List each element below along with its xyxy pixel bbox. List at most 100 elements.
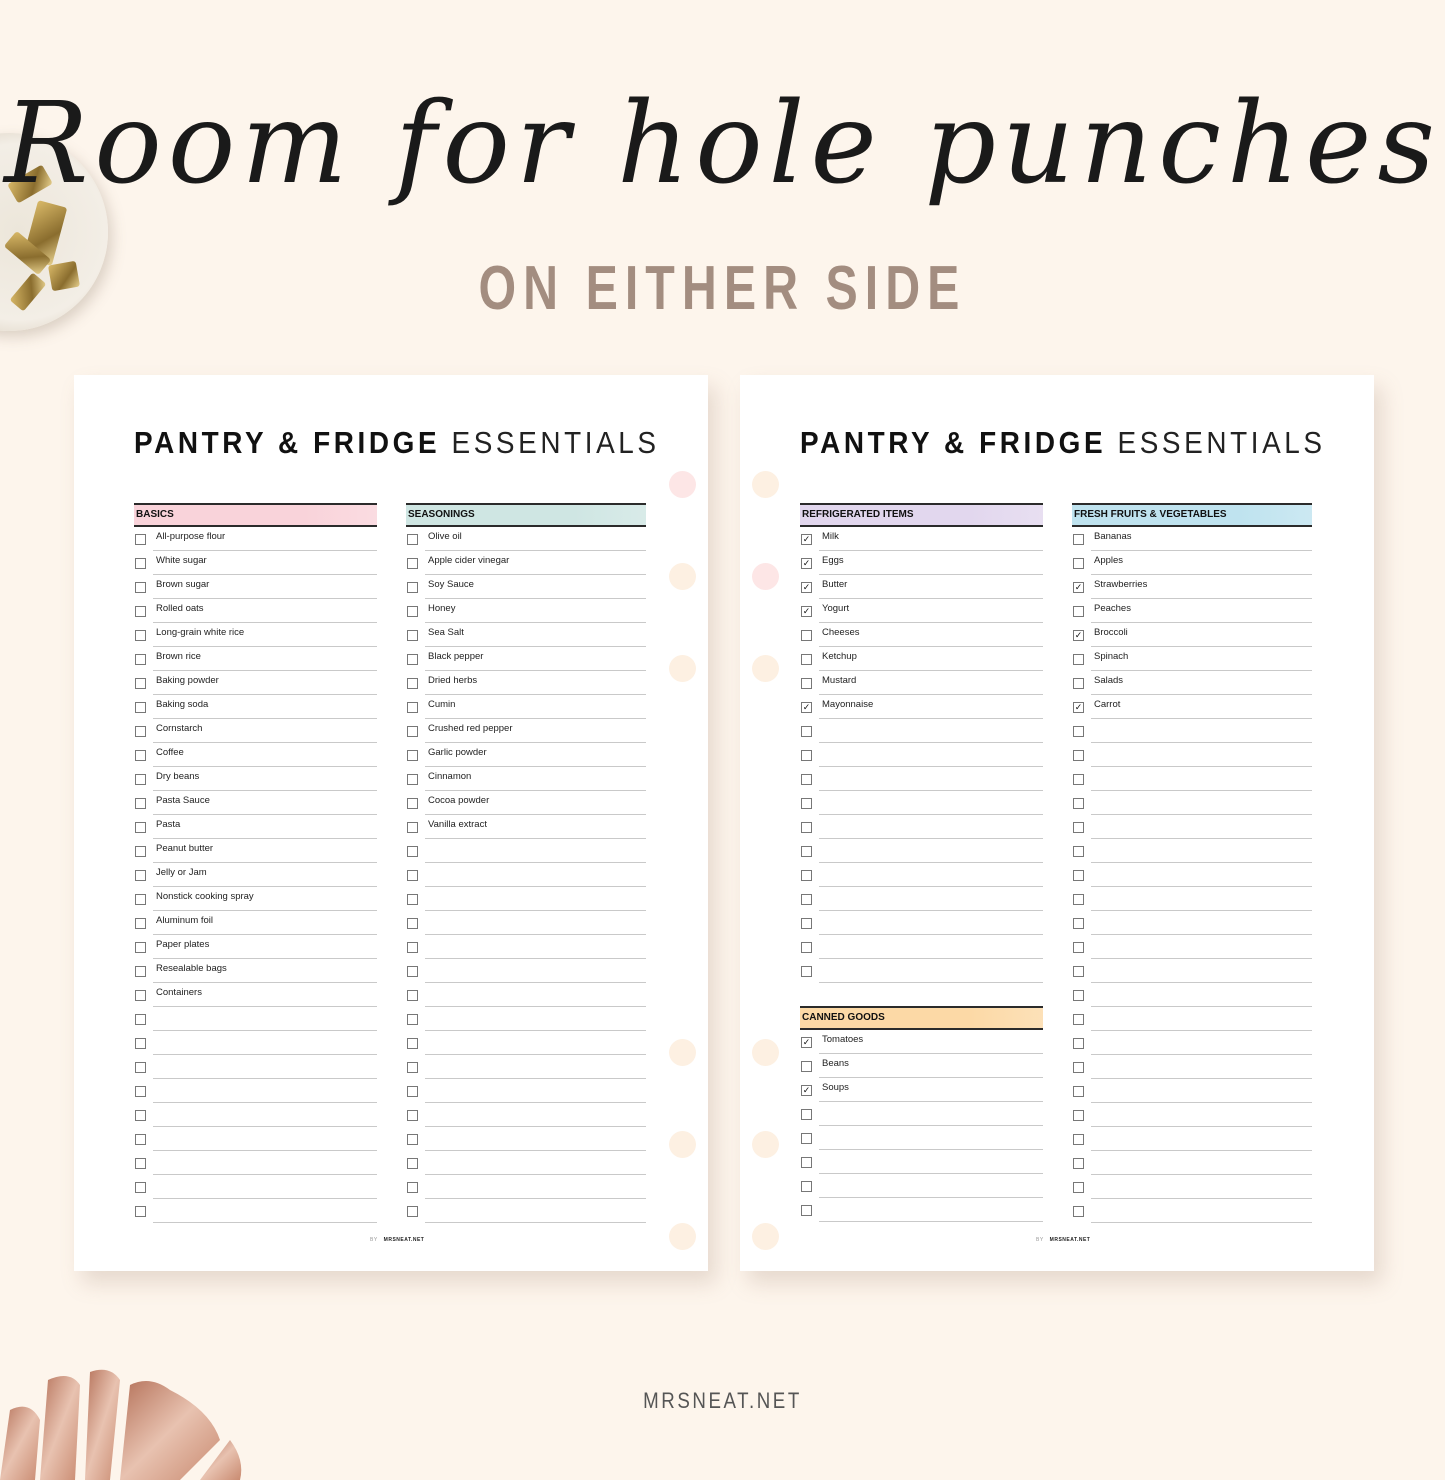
checklist-item-label[interactable]: Soy Sauce	[428, 579, 474, 590]
checkbox[interactable]	[801, 1157, 812, 1168]
checklist-item-label[interactable]: Crushed red pepper	[428, 723, 513, 734]
checkbox[interactable]	[1073, 558, 1084, 569]
checkbox[interactable]	[135, 1062, 146, 1073]
checklist-item-label[interactable]: Brown sugar	[156, 579, 209, 590]
checklist-item-label[interactable]: Dry beans	[156, 771, 199, 782]
checklist-item-label[interactable]: Eggs	[822, 555, 844, 566]
checklist-item-label[interactable]: Paper plates	[156, 939, 209, 950]
checkbox[interactable]	[1073, 1062, 1084, 1073]
checkbox[interactable]	[801, 918, 812, 929]
checklist-item-label[interactable]: Mustard	[822, 675, 856, 686]
checkbox[interactable]	[801, 678, 812, 689]
checklist-item-label[interactable]: Cocoa powder	[428, 795, 489, 806]
checklist-item-label[interactable]: Aluminum foil	[156, 915, 213, 926]
checkbox[interactable]	[407, 822, 418, 833]
checkbox[interactable]	[407, 990, 418, 1001]
checkbox[interactable]	[407, 1062, 418, 1073]
checkbox-checked[interactable]: ✓	[1073, 702, 1084, 713]
checkbox[interactable]	[135, 654, 146, 665]
checklist-item-label[interactable]: Baking powder	[156, 675, 219, 686]
checkbox[interactable]	[1073, 1158, 1084, 1169]
checkbox[interactable]	[801, 1133, 812, 1144]
checkbox[interactable]	[407, 798, 418, 809]
checkbox[interactable]	[1073, 966, 1084, 977]
checkbox[interactable]	[407, 846, 418, 857]
checkbox[interactable]	[135, 870, 146, 881]
checkbox[interactable]	[135, 534, 146, 545]
checkbox[interactable]	[407, 654, 418, 665]
checklist-item-label[interactable]: Mayonnaise	[822, 699, 873, 710]
checklist-item-label[interactable]: Peanut butter	[156, 843, 213, 854]
checkbox[interactable]	[135, 894, 146, 905]
checklist-item-label[interactable]: Yogurt	[822, 603, 849, 614]
checkbox[interactable]	[135, 1182, 146, 1193]
checklist-item-label[interactable]: Baking soda	[156, 699, 208, 710]
checkbox[interactable]	[407, 1086, 418, 1097]
checklist-item-label[interactable]: Ketchup	[822, 651, 857, 662]
checkbox-checked[interactable]: ✓	[801, 582, 812, 593]
checklist-item-label[interactable]: Apples	[1094, 555, 1123, 566]
checkbox[interactable]	[1073, 678, 1084, 689]
checklist-item-label[interactable]: Spinach	[1094, 651, 1128, 662]
checkbox[interactable]	[801, 798, 812, 809]
checkbox[interactable]	[801, 654, 812, 665]
checkbox[interactable]	[1073, 534, 1084, 545]
checkbox[interactable]	[407, 870, 418, 881]
checklist-item-label[interactable]: Containers	[156, 987, 202, 998]
checkbox[interactable]	[135, 630, 146, 641]
checkbox[interactable]	[135, 846, 146, 857]
checkbox[interactable]	[1073, 654, 1084, 665]
checklist-item-label[interactable]: Cornstarch	[156, 723, 202, 734]
checklist-item-label[interactable]: Salads	[1094, 675, 1123, 686]
checkbox[interactable]	[407, 966, 418, 977]
checkbox[interactable]	[1073, 846, 1084, 857]
checkbox[interactable]	[135, 1086, 146, 1097]
checkbox[interactable]	[1073, 870, 1084, 881]
checkbox[interactable]	[1073, 798, 1084, 809]
checkbox[interactable]	[801, 942, 812, 953]
checkbox[interactable]	[1073, 1110, 1084, 1121]
checklist-item-label[interactable]: Garlic powder	[428, 747, 487, 758]
checkbox[interactable]	[1073, 990, 1084, 1001]
checkbox[interactable]	[407, 750, 418, 761]
checkbox[interactable]	[135, 678, 146, 689]
checklist-item-label[interactable]: Peaches	[1094, 603, 1131, 614]
checklist-item-label[interactable]: Tomatoes	[822, 1034, 863, 1045]
checklist-item-label[interactable]: Sea Salt	[428, 627, 464, 638]
checkbox-checked[interactable]: ✓	[801, 606, 812, 617]
checklist-item-label[interactable]: White sugar	[156, 555, 207, 566]
checkbox[interactable]	[135, 1206, 146, 1217]
checkbox[interactable]	[801, 630, 812, 641]
checkbox[interactable]	[135, 990, 146, 1001]
checkbox[interactable]	[135, 606, 146, 617]
checkbox[interactable]	[1073, 750, 1084, 761]
checkbox[interactable]	[135, 726, 146, 737]
checkbox[interactable]	[407, 558, 418, 569]
checkbox[interactable]	[407, 918, 418, 929]
checkbox[interactable]	[801, 966, 812, 977]
checkbox[interactable]	[801, 750, 812, 761]
checklist-item-label[interactable]: Carrot	[1094, 699, 1120, 710]
checkbox[interactable]	[1073, 1182, 1084, 1193]
checkbox-checked[interactable]: ✓	[801, 534, 812, 545]
checklist-item-label[interactable]: Brown rice	[156, 651, 201, 662]
checklist-item-label[interactable]: Vanilla extract	[428, 819, 487, 830]
checkbox[interactable]	[407, 894, 418, 905]
checklist-item-label[interactable]: Soups	[822, 1082, 849, 1093]
checklist-item-label[interactable]: All-purpose flour	[156, 531, 225, 542]
checkbox[interactable]	[1073, 726, 1084, 737]
checklist-item-label[interactable]: Cinnamon	[428, 771, 471, 782]
checkbox[interactable]	[135, 1110, 146, 1121]
checkbox[interactable]	[1073, 822, 1084, 833]
checkbox[interactable]	[135, 918, 146, 929]
checkbox[interactable]	[801, 1205, 812, 1216]
checkbox[interactable]	[135, 1038, 146, 1049]
checklist-item-label[interactable]: Butter	[822, 579, 847, 590]
checkbox[interactable]	[1073, 942, 1084, 953]
checklist-item-label[interactable]: Coffee	[156, 747, 184, 758]
checkbox-checked[interactable]: ✓	[801, 1085, 812, 1096]
checkbox[interactable]	[407, 534, 418, 545]
checkbox[interactable]	[407, 630, 418, 641]
checkbox-checked[interactable]: ✓	[801, 558, 812, 569]
checkbox[interactable]	[801, 726, 812, 737]
